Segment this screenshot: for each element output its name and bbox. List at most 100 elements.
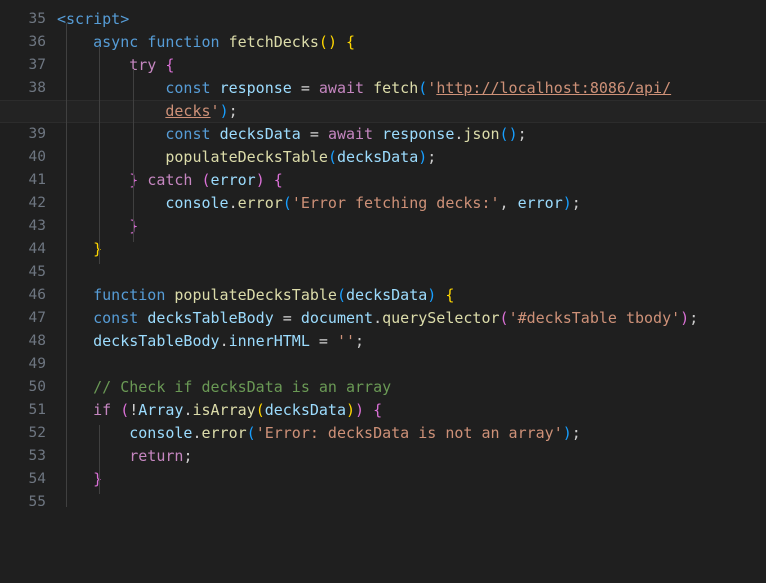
token-url[interactable]: http://localhost:8086/api/: [436, 79, 671, 97]
token-paren-open: (: [246, 424, 256, 442]
line-number: 55: [28, 494, 46, 510]
token-error-param: error: [210, 171, 256, 189]
code-line-continuation[interactable]: decks');: [0, 100, 766, 123]
token-equals: =: [282, 309, 292, 327]
line-content: } catch (error) {: [57, 169, 283, 192]
token-dot: .: [219, 332, 229, 350]
token-decksdata-arg: decksData: [336, 148, 419, 166]
line-content: decks');: [57, 100, 237, 123]
token-quote-close: ': [210, 102, 220, 120]
line-content: populateDecksTable(decksData);: [57, 146, 436, 169]
token-semicolon: ;: [571, 194, 581, 212]
token-equals: =: [318, 332, 328, 350]
code-line[interactable]: 52 console.error('Error: decksData is no…: [0, 422, 766, 445]
token-fetch: fetch: [373, 79, 419, 97]
line-number: 51: [28, 402, 46, 418]
token-url-rest[interactable]: decks: [165, 102, 210, 120]
line-content: const response = await fetch('http://loc…: [57, 77, 671, 100]
code-line[interactable]: 47 const decksTableBody = document.query…: [0, 307, 766, 330]
line-number: 34: [0, 0, 46, 8]
line-content: function populateDecksTable(decksData) {: [57, 284, 454, 307]
line-number: 48: [28, 333, 46, 349]
code-line[interactable]: 48 decksTableBody.innerHTML = '';: [0, 330, 766, 353]
code-line[interactable]: 42 console.error('Error fetching decks:'…: [0, 192, 766, 215]
token-function-name: populateDecksTable: [174, 286, 337, 304]
line-content: console.error('Error fetching decks:', e…: [57, 192, 581, 215]
indent-guide: [99, 46, 100, 264]
token-innerhtml: innerHTML: [228, 332, 310, 350]
line-number: 40: [28, 149, 46, 165]
line-number: 45: [28, 264, 46, 280]
code-line[interactable]: 34: [0, 0, 766, 8]
line-number: 47: [28, 310, 46, 326]
token-semicolon: ;: [355, 332, 365, 350]
line-content: try {: [57, 54, 174, 77]
token-decksdata: decksData: [264, 401, 346, 419]
line-content: }: [57, 238, 102, 261]
token-paren-open: (: [201, 171, 211, 189]
line-content: decksTableBody.innerHTML = '';: [57, 330, 364, 353]
code-line[interactable]: 40 populateDecksTable(decksData);: [0, 146, 766, 169]
token-paren-open: (: [499, 125, 509, 143]
token-await: await: [318, 79, 365, 97]
token-response: response: [219, 79, 292, 97]
line-number: 42: [28, 195, 46, 211]
token-paren-close: ): [346, 401, 356, 419]
token-empty-string: '': [336, 332, 356, 350]
line-number: 37: [28, 57, 46, 73]
token-paren-open: (: [336, 286, 346, 304]
code-line[interactable]: 49: [0, 353, 766, 376]
code-line[interactable]: 54 }: [0, 468, 766, 491]
line-content: const decksData = await response.json();: [57, 123, 527, 146]
token-semicolon: ;: [571, 424, 581, 442]
token-dot: .: [192, 424, 202, 442]
line-content: return;: [57, 445, 192, 468]
line-content: }: [57, 215, 138, 238]
token-paren-open: (: [499, 309, 509, 327]
token-dot: .: [373, 309, 383, 327]
code-line[interactable]: 39 const decksData = await response.json…: [0, 123, 766, 146]
token-queryselector: querySelector: [382, 309, 500, 327]
code-line[interactable]: 38 const response = await fetch('http://…: [0, 77, 766, 100]
code-line[interactable]: 53 return;: [0, 445, 766, 468]
token-paren-close: ): [355, 401, 365, 419]
code-line[interactable]: 45: [0, 261, 766, 284]
line-number: 53: [28, 448, 46, 464]
token-paren-close: ): [508, 125, 518, 143]
line-number: 35: [28, 11, 46, 27]
line-number: 49: [28, 356, 46, 372]
token-isarray: isArray: [192, 401, 256, 419]
token-brace-close: }: [93, 240, 103, 258]
code-line[interactable]: 46 function populateDecksTable(decksData…: [0, 284, 766, 307]
token-paren-open: (: [255, 401, 265, 419]
token-paren-open: (: [418, 79, 428, 97]
line-content: console.error('Error: decksData is not a…: [57, 422, 581, 445]
token-function-keyword: function: [147, 33, 220, 51]
token-dot: .: [228, 194, 238, 212]
indent-guide: [99, 425, 100, 494]
token-param: decksData: [346, 286, 428, 304]
token-script-tag: <script>: [57, 10, 130, 28]
code-line[interactable]: 35 <script>: [0, 8, 766, 31]
token-const: const: [165, 79, 211, 97]
code-editor[interactable]: 34 35 <script> 36 async function fetchDe…: [0, 0, 766, 521]
code-line[interactable]: 37 try {: [0, 54, 766, 77]
code-line[interactable]: 44 }: [0, 238, 766, 261]
code-line[interactable]: 41 } catch (error) {: [0, 169, 766, 192]
token-brace-open: {: [373, 401, 383, 419]
code-line[interactable]: 51 if (!Array.isArray(decksData)) {: [0, 399, 766, 422]
code-line[interactable]: 50 // Check if decksData is an array: [0, 376, 766, 399]
code-line[interactable]: 43 }: [0, 215, 766, 238]
line-number: 38: [28, 80, 46, 96]
token-response: response: [382, 125, 455, 143]
code-line[interactable]: 36 async function fetchDecks() {: [0, 31, 766, 54]
line-number: 44: [28, 241, 46, 257]
token-error-method: error: [237, 194, 283, 212]
indent-guide: [66, 23, 67, 287]
token-semicolon: ;: [517, 125, 527, 143]
token-brace-close: }: [93, 470, 103, 488]
line-number: 41: [28, 172, 46, 188]
token-deckstablebody: decksTableBody: [147, 309, 274, 327]
code-line[interactable]: 55: [0, 491, 766, 514]
editor-rows: 34 35 <script> 36 async function fetchDe…: [0, 0, 766, 514]
